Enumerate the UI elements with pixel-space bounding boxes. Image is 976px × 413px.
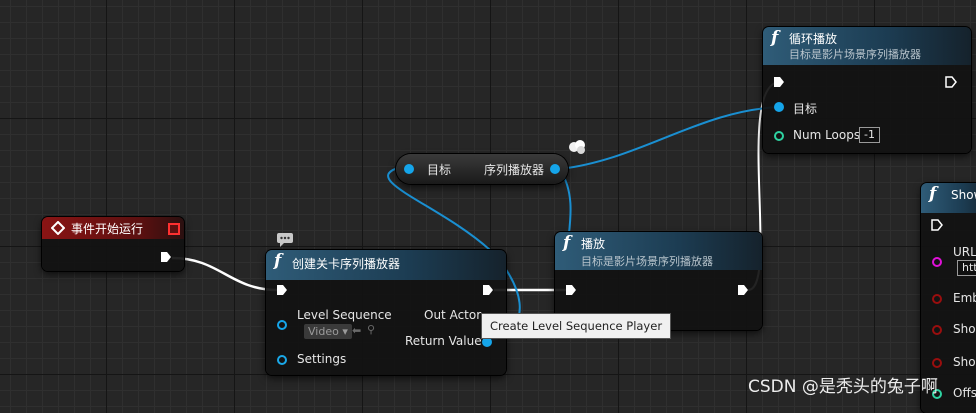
event-node-header: 事件开始运行 (42, 217, 184, 239)
use-selected-arrow-icon[interactable]: ⬅ (352, 324, 361, 337)
comment-bubble-icon[interactable] (277, 233, 293, 247)
num-loops-input[interactable]: -1 (859, 127, 880, 143)
create-node-title: 创建关卡序列播放器 (292, 257, 401, 271)
target-label: 目标 (793, 102, 818, 116)
loop-node-title: 循环播放 (789, 32, 838, 46)
sequence-player-reroute-node[interactable]: 目标 序列播放器 (396, 154, 568, 184)
loop-node-header: f 循环播放 目标是影片场景序列播放器 (763, 27, 971, 65)
emb-label: Emb (953, 291, 976, 305)
loop-node-subtitle: 目标是影片场景序列播放器 (789, 48, 921, 61)
exec-out-pin[interactable] (482, 284, 494, 296)
function-icon: f (771, 28, 779, 48)
event-icon (51, 221, 65, 235)
event-begin-play-node[interactable]: 事件开始运行 (42, 217, 184, 271)
num-loops-pin[interactable] (774, 131, 784, 141)
num-loops-label: Num Loops (793, 128, 861, 142)
function-icon: f (563, 233, 571, 253)
settings-pin[interactable] (277, 355, 287, 365)
delegate-pin-icon[interactable] (168, 223, 180, 235)
show-label-2: Show (953, 355, 976, 369)
browse-magnifier-icon[interactable]: ⚲ (367, 323, 375, 336)
level-sequence-combo[interactable]: Video ▾ (304, 324, 352, 339)
sequence-player-out-pin[interactable] (550, 164, 560, 174)
level-sequence-value: Video (308, 325, 339, 338)
level-sequence-label: Level Sequence (297, 308, 392, 322)
offs-label: Offs (953, 386, 976, 400)
out-actor-label: Out Actor (424, 308, 482, 322)
exec-in-pin[interactable] (565, 284, 577, 296)
play-node-subtitle: 目标是影片场景序列播放器 (581, 255, 713, 268)
loop-play-node[interactable]: f 循环播放 目标是影片场景序列播放器 目标 Num Loops -1 (763, 27, 971, 153)
settings-label: Settings (297, 352, 347, 366)
url-pin[interactable] (932, 257, 942, 267)
show-pin-2[interactable] (932, 358, 942, 368)
exec-in-pin[interactable] (931, 219, 943, 231)
exec-out-pin[interactable] (945, 76, 957, 88)
return-value-label: Return Value (405, 334, 482, 348)
create-level-sequence-player-node[interactable]: f 创建关卡序列播放器 Level Sequence Video ▾ ⬅ ⚲ S… (266, 250, 506, 375)
exec-out-pin[interactable] (160, 251, 172, 263)
show-node-header: f Show (921, 183, 976, 213)
exec-in-pin[interactable] (276, 284, 288, 296)
target-in-pin[interactable] (404, 164, 414, 174)
show-label-1: Show (953, 322, 976, 336)
play-node-header: f 播放 目标是影片场景序列播放器 (555, 232, 762, 270)
show-node-title: Show (951, 188, 976, 202)
target-label: 目标 (427, 163, 452, 177)
level-sequence-pin[interactable] (277, 320, 287, 330)
show-pin-1[interactable] (932, 325, 942, 335)
sequence-player-label: 序列播放器 (484, 163, 545, 177)
node-tooltip: Create Level Sequence Player (481, 313, 672, 339)
target-pin[interactable] (774, 102, 784, 112)
exec-out-pin[interactable] (737, 284, 749, 296)
csdn-watermark: CSDN @是秃头的兔子啊 (748, 377, 938, 397)
exec-in-pin[interactable] (773, 76, 785, 88)
play-node-title: 播放 (581, 237, 606, 251)
function-icon: f (929, 184, 937, 204)
function-icon: f (274, 251, 282, 271)
create-node-header: f 创建关卡序列播放器 (266, 250, 506, 280)
event-node-title: 事件开始运行 (71, 222, 144, 236)
emb-pin[interactable] (932, 294, 942, 304)
url-label: URL (953, 245, 976, 259)
url-input[interactable]: htt (957, 260, 976, 276)
object-wire-reroute-loop (559, 106, 781, 170)
cloud-icon (569, 140, 585, 154)
exec-wire-event-create (171, 256, 279, 292)
